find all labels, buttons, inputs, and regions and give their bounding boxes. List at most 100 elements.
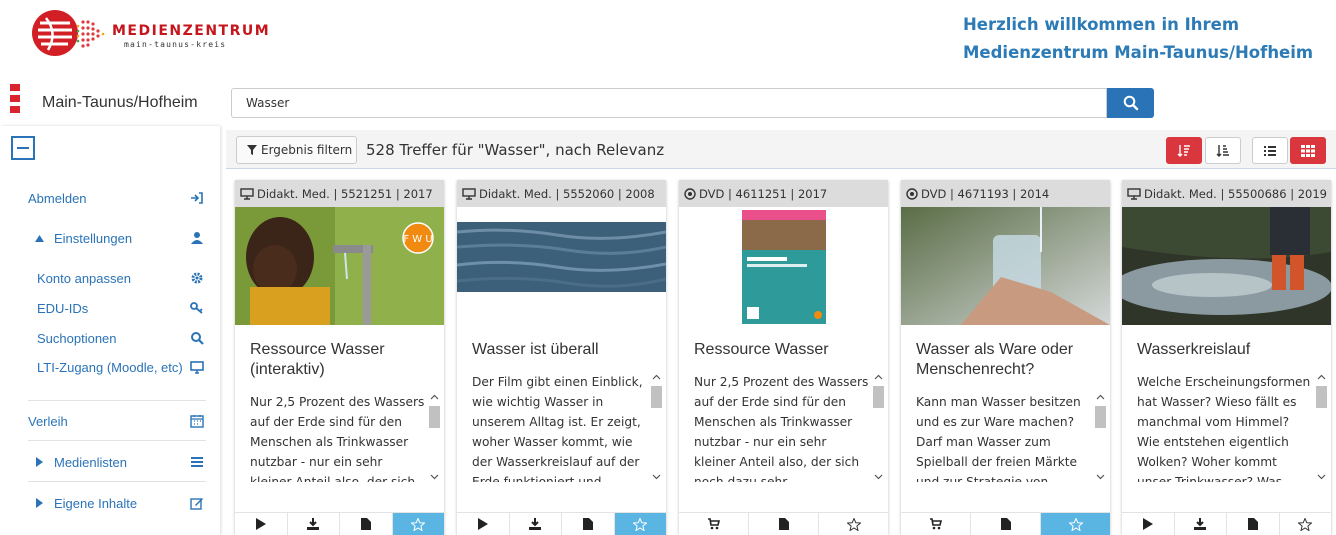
- play-button[interactable]: [235, 513, 288, 535]
- sidebar-item-medienlisten[interactable]: Medienlisten: [0, 452, 218, 474]
- sidebar-item-edu-ids[interactable]: EDU-IDs: [0, 298, 218, 320]
- cart-button[interactable]: [679, 513, 749, 535]
- svg-text:F W U: F W U: [403, 234, 432, 245]
- sort-descending-button[interactable]: [1166, 137, 1202, 164]
- location-label: Main-Taunus/Hofheim: [42, 94, 198, 111]
- card-thumbnail[interactable]: [901, 207, 1110, 325]
- card-title[interactable]: Wasserkreislauf: [1137, 340, 1317, 360]
- sidebar-item-konto-anpassen[interactable]: Konto anpassen: [0, 268, 218, 290]
- card-meta: Didakt. Med. | 5552060 | 2008: [457, 180, 666, 207]
- sidebar-item-label: Konto anpassen: [37, 271, 131, 286]
- scrollbar-thumb[interactable]: [1316, 386, 1327, 408]
- card-scrollbar[interactable]: [871, 372, 886, 482]
- monitor-icon: [462, 187, 476, 200]
- sidebar-item-verleih[interactable]: Verleih: [0, 411, 218, 433]
- scroll-down-icon[interactable]: [652, 474, 661, 480]
- scroll-down-icon[interactable]: [1096, 474, 1105, 480]
- scroll-down-icon[interactable]: [1317, 474, 1326, 480]
- scroll-up-icon[interactable]: [1317, 374, 1326, 380]
- download-icon: [307, 518, 320, 530]
- scroll-down-icon[interactable]: [430, 474, 439, 480]
- list-icon: [191, 457, 203, 467]
- media-card[interactable]: Didakt. Med. | 5521251 | 2017 F W U Ress…: [235, 180, 444, 535]
- sidebar-item-label: Einstellungen: [54, 231, 133, 246]
- document-button[interactable]: [340, 513, 393, 535]
- sidebar-item-label: Abmelden: [28, 191, 87, 206]
- user-icon: [191, 232, 203, 244]
- media-card[interactable]: Didakt. Med. | 5552060 | 2008 Wasser ist…: [457, 180, 666, 535]
- card-thumbnail[interactable]: F W U: [235, 207, 444, 325]
- media-card[interactable]: Didakt. Med. | 55500686 | 2019 Wasserkre…: [1122, 180, 1331, 535]
- card-scrollbar[interactable]: [1093, 392, 1108, 482]
- document-button[interactable]: [1227, 513, 1280, 535]
- media-card[interactable]: DVD | 4671193 | 2014 Wasser als Ware ode…: [901, 180, 1110, 535]
- gear-icon: [191, 272, 203, 284]
- monitor-icon: [240, 187, 254, 200]
- download-button[interactable]: [288, 513, 340, 535]
- card-title[interactable]: Ressource Wasser: [694, 340, 874, 360]
- sort-desc-icon: [1177, 144, 1190, 157]
- scroll-up-icon[interactable]: [874, 374, 883, 380]
- card-scrollbar[interactable]: [1314, 372, 1329, 482]
- sidebar-item-einstellungen[interactable]: Einstellungen: [0, 228, 218, 250]
- card-scrollbar[interactable]: [649, 372, 664, 482]
- scrollbar-thumb[interactable]: [429, 406, 440, 428]
- cart-button[interactable]: [901, 513, 971, 535]
- scroll-down-icon[interactable]: [874, 474, 883, 480]
- card-description: Nur 2,5 Prozent des Wassers auf der Erde…: [694, 375, 869, 482]
- card-title[interactable]: Ressource Wasser (interaktiv): [250, 340, 430, 380]
- sidebar-item-label: Eigene Inhalte: [54, 496, 138, 511]
- card-thumbnail[interactable]: [1122, 207, 1331, 325]
- card-thumbnail[interactable]: [679, 207, 888, 325]
- scrollbar-thumb[interactable]: [651, 386, 662, 408]
- cart-icon: [707, 518, 720, 530]
- search-input[interactable]: [231, 88, 1107, 118]
- star-button[interactable]: [1280, 513, 1332, 535]
- document-button[interactable]: [971, 513, 1041, 535]
- star-button[interactable]: [392, 513, 444, 535]
- sort-ascending-button[interactable]: [1205, 137, 1241, 164]
- sidebar-item-suchoptionen[interactable]: Suchoptionen: [0, 328, 218, 350]
- card-meta: DVD | 4671193 | 2014: [901, 180, 1110, 207]
- scroll-up-icon[interactable]: [430, 394, 439, 400]
- card-meta: DVD | 4611251 | 2017: [679, 180, 888, 207]
- edit-icon: [190, 498, 203, 510]
- scroll-up-icon[interactable]: [652, 374, 661, 380]
- download-icon: [529, 518, 542, 530]
- grid-view-button[interactable]: [1290, 137, 1326, 164]
- welcome-line-2: Medienzentrum Main-Taunus/Hofheim: [963, 43, 1314, 62]
- play-button[interactable]: [457, 513, 510, 535]
- star-button[interactable]: [1041, 513, 1110, 535]
- scroll-up-icon[interactable]: [1096, 394, 1105, 400]
- star-button[interactable]: [614, 513, 666, 535]
- sidebar-item-abmelden[interactable]: Abmelden: [0, 188, 218, 210]
- card-scrollbar[interactable]: [427, 392, 442, 482]
- scrollbar-thumb[interactable]: [1095, 406, 1106, 428]
- card-title[interactable]: Wasser als Ware oder Menschenrecht?: [916, 340, 1096, 380]
- list-view-button[interactable]: [1252, 137, 1288, 164]
- document-button[interactable]: [562, 513, 615, 535]
- collapse-sidebar-button[interactable]: [11, 136, 35, 160]
- search-button[interactable]: [1107, 88, 1154, 118]
- caret-up-icon: [35, 235, 44, 242]
- sidebar-item-lti-zugang[interactable]: LTI-Zugang (Moodle, etc): [0, 357, 218, 379]
- card-title[interactable]: Wasser ist überall: [472, 340, 652, 360]
- card-actions: [901, 512, 1110, 535]
- sidebar-item-label: Verleih: [28, 414, 68, 429]
- card-meta-text: Didakt. Med. | 5521251 | 2017: [257, 186, 433, 201]
- scrollbar-thumb[interactable]: [873, 386, 884, 408]
- card-actions: [679, 512, 888, 535]
- media-card[interactable]: DVD | 4611251 | 2017 Ressource Wasser Nu…: [679, 180, 888, 535]
- download-button[interactable]: [510, 513, 562, 535]
- star-button[interactable]: [819, 513, 888, 535]
- filter-button[interactable]: Ergebnis filtern: [236, 136, 357, 164]
- disc-icon: [684, 187, 696, 200]
- star-icon: [633, 517, 648, 531]
- card-thumbnail[interactable]: [457, 207, 666, 325]
- document-button[interactable]: [749, 513, 819, 535]
- download-button[interactable]: [1175, 513, 1227, 535]
- sidebar-divider: [28, 481, 206, 482]
- sidebar-item-eigene-inhalte[interactable]: Eigene Inhalte: [0, 493, 218, 515]
- logo-name: MEDIENZENTRUM: [112, 23, 271, 39]
- play-button[interactable]: [1122, 513, 1175, 535]
